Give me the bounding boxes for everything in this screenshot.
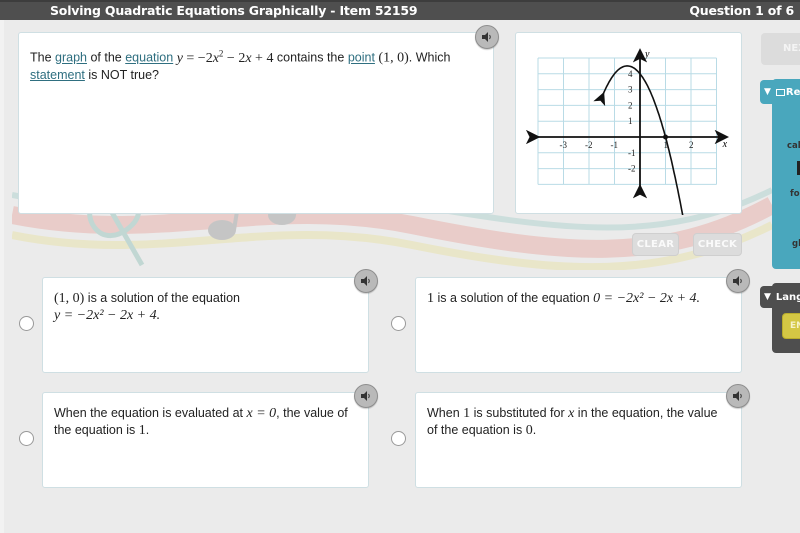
next-button[interactable]: NEX [761, 33, 800, 65]
option-text-part: When [427, 406, 464, 420]
reference-item-formulas[interactable]: fo [790, 189, 800, 199]
y-tick-label: 3 [628, 85, 633, 95]
speaker-icon [361, 391, 370, 401]
question-text-part: is NOT true? [84, 67, 159, 82]
collapse-triangle-icon: ▼ [764, 292, 771, 302]
language-tab-label: Lang [775, 291, 800, 303]
clear-button[interactable]: CLEAR [632, 233, 679, 256]
question-card: The graph of the equation y = −2x2 − 2x … [18, 32, 494, 214]
option-text-part: When the equation is evaluated at [54, 406, 247, 420]
option-3-radio[interactable] [19, 431, 34, 446]
question-equation: y = −2x2 − 2x + 4 [177, 48, 274, 66]
x-axis-label: x [722, 139, 728, 150]
y-tick-label: 1 [628, 116, 633, 126]
option-2-radio[interactable] [391, 316, 406, 331]
language-english-button[interactable]: EN [782, 313, 800, 339]
y-axis-label: y [644, 49, 650, 60]
check-button[interactable]: CHECK [693, 233, 742, 256]
reference-item-calculator[interactable]: cal [787, 141, 800, 151]
math-point: (1, 0) [374, 50, 409, 66]
math-expression: x = 0 [246, 406, 277, 421]
option-text-part: is a solution of the equation [84, 291, 240, 305]
option-4-card[interactable]: When 1 is substituted for x in the equat… [415, 392, 742, 488]
x-tick-label: -1 [611, 140, 619, 150]
option-4-audio-button[interactable] [726, 384, 750, 408]
reference-tab-label: Re [785, 86, 800, 98]
question-counter: Question 1 of 6 [689, 3, 794, 18]
math-part: + 4 [251, 50, 274, 66]
question-audio-button[interactable] [475, 25, 499, 49]
graph-card: -3 -2 -1 1 2 4 3 2 1 -1 -2 x y [515, 32, 742, 346]
x-tick-label: -2 [585, 140, 593, 150]
option-3-audio-button[interactable] [354, 384, 378, 408]
option-2-card[interactable]: 1 is a solution of the equation 0 = −2x²… [415, 277, 742, 373]
option-1-radio[interactable] [19, 316, 34, 331]
y-tick-label: 4 [628, 69, 633, 79]
glossary-link-equation[interactable]: equation [125, 51, 173, 65]
math-expression: 1 [138, 423, 146, 438]
y-tick-label: -2 [628, 164, 636, 174]
math-expression: (1, 0) [54, 291, 85, 306]
math-expression: 0 = −2x² − 2x + 4. [593, 291, 701, 306]
y-tick-label: 2 [628, 100, 633, 110]
option-text-part: is substituted for [470, 406, 569, 420]
y-tick-label: -1 [628, 148, 636, 158]
option-3-card[interactable]: When the equation is evaluated at x = 0,… [42, 392, 369, 488]
math-expression: y = −2x² − 2x + 4. [54, 308, 161, 323]
language-button-label: EN [790, 321, 800, 331]
option-4-text: When 1 is substituted for x in the equat… [427, 405, 727, 439]
next-button-label: NEX [783, 43, 800, 54]
language-tab[interactable]: ▼ Lang [760, 286, 800, 308]
option-text-part: is a solution of the equation [434, 291, 594, 305]
question-text-part: contains the [273, 50, 348, 65]
speaker-icon [733, 276, 742, 286]
speaker-icon [733, 391, 742, 401]
option-1-card[interactable]: (1, 0) is a solution of the equation y =… [42, 277, 369, 373]
math-part: = −2 [182, 50, 213, 66]
option-2-audio-button[interactable] [726, 269, 750, 293]
math-expression: 1 [427, 291, 434, 306]
math-expression: 0 [525, 423, 533, 438]
option-text-part: . [532, 423, 537, 437]
collapse-triangle-icon: ▼ [764, 87, 771, 97]
question-text-part: of the [87, 50, 126, 65]
reference-book-icon [775, 88, 785, 96]
question-text-part: . Which [408, 50, 451, 65]
reference-tab[interactable]: ▼ Re [760, 80, 800, 104]
glossary-link-statement[interactable]: statement [30, 68, 85, 82]
lesson-title: Solving Quadratic Equations Graphically … [50, 3, 418, 18]
option-text-part: . [145, 423, 150, 437]
x-tick-label: 2 [689, 140, 694, 150]
math-part: − 2 [223, 50, 246, 66]
parabola-graph: -3 -2 -1 1 24321-1-2xy [525, 48, 730, 346]
title-bar: Solving Quadratic Equations Graphically … [0, 0, 800, 20]
x-tick-label: -3 [560, 140, 568, 150]
question-text-part: The [30, 50, 56, 65]
reference-item-glossary[interactable]: gl [792, 239, 800, 249]
glossary-link-graph[interactable]: graph [55, 51, 87, 65]
reference-panel: cal fo gl [772, 79, 800, 269]
speaker-icon [361, 276, 370, 286]
option-4-radio[interactable] [391, 431, 406, 446]
option-1-text: (1, 0) is a solution of the equation y =… [54, 290, 354, 324]
speaker-icon [482, 32, 491, 42]
option-3-text: When the equation is evaluated at x = 0,… [54, 405, 354, 439]
marked-point [663, 134, 668, 140]
question-text: The graph of the equation y = −2x2 − 2x … [30, 45, 480, 84]
option-2-text: 1 is a solution of the equation 0 = −2x²… [427, 290, 727, 307]
left-edge [0, 20, 4, 533]
glossary-link-point[interactable]: point [348, 51, 375, 65]
option-1-audio-button[interactable] [354, 269, 378, 293]
